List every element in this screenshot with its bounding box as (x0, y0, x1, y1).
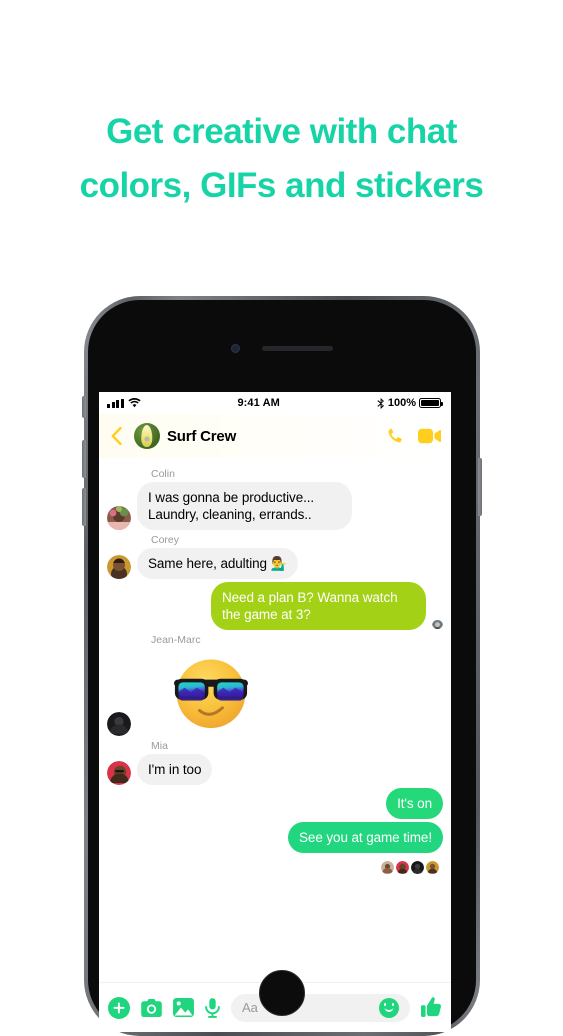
chat-header: Surf Crew (99, 414, 451, 458)
battery-full-icon (419, 398, 444, 408)
headline-line-2: colors, GIFs and stickers (79, 166, 484, 205)
cool-sunglasses-emoji-sticker[interactable] (167, 648, 255, 736)
message-bubble[interactable]: Need a plan B? Wanna watch the game at 3… (211, 582, 426, 630)
phone-call-icon[interactable] (385, 427, 404, 446)
seen-avatar-4[interactable] (426, 861, 439, 874)
volume-down-button[interactable] (82, 488, 86, 526)
silent-switch[interactable] (82, 396, 86, 418)
mia-avatar[interactable] (107, 761, 131, 785)
seen-avatar-2[interactable] (396, 861, 409, 874)
sender-name-jean-marc: Jean-Marc (151, 634, 201, 646)
back-chevron-icon[interactable] (105, 424, 127, 448)
seen-by-avatars (107, 856, 443, 875)
message-input-field[interactable]: Aa (231, 993, 410, 1022)
message-row-mia: I'm in too (107, 754, 443, 785)
smiley-emoji-icon[interactable] (379, 997, 399, 1018)
wifi-icon (127, 398, 141, 408)
message-bubble[interactable]: See you at game time! (288, 822, 443, 853)
microphone-icon[interactable] (205, 997, 220, 1018)
earpiece-speaker-icon (262, 346, 333, 351)
message-bubble[interactable]: It's on (386, 788, 443, 819)
phone-sensor-array (88, 344, 476, 353)
status-bar-time: 9:41 AM (237, 397, 280, 409)
message-row-colin: I was gonna be productive... Laundry, cl… (107, 482, 443, 530)
photo-gallery-icon[interactable] (173, 998, 194, 1017)
read-receipt-avatar[interactable] (432, 618, 443, 629)
corey-avatar[interactable] (107, 555, 131, 579)
jean-marc-avatar[interactable] (107, 712, 131, 736)
phone-screen: 9:41 AM 100% Surf Crew Colin I was gonna… (99, 392, 451, 1032)
video-call-icon[interactable] (418, 428, 441, 444)
phone-bezel: 9:41 AM 100% Surf Crew Colin I was gonna… (82, 300, 482, 1032)
message-list[interactable]: Colin I was gonna be productive... Laund… (99, 458, 451, 982)
cellular-bars-icon (107, 399, 124, 408)
headline-line-1: Get creative with chat (106, 112, 457, 151)
bluetooth-icon (377, 397, 384, 409)
phone-device-mockup: 9:41 AM 100% Surf Crew Colin I was gonna… (82, 296, 482, 1036)
message-bubble[interactable]: I'm in too (137, 754, 213, 785)
camera-icon[interactable] (141, 998, 162, 1017)
colin-avatar[interactable] (107, 506, 131, 530)
chat-title: Surf Crew (167, 427, 237, 445)
page-headline: Get creative with chat colors, GIFs and … (0, 105, 563, 213)
chat-header-actions (385, 427, 441, 446)
message-bubble[interactable]: Same here, adulting 💁‍♂️ (137, 548, 299, 579)
status-bar: 9:41 AM 100% (99, 392, 451, 414)
message-row-jean-marc (107, 648, 443, 736)
surfboard-avatar[interactable] (134, 423, 160, 449)
message-row-corey: Same here, adulting 💁‍♂️ (107, 548, 443, 579)
power-button[interactable] (478, 458, 482, 516)
thumbs-up-icon[interactable] (421, 997, 442, 1018)
volume-up-button[interactable] (82, 440, 86, 478)
message-row-outgoing-its-on: It's on (107, 788, 443, 819)
sender-name-colin: Colin (151, 468, 175, 480)
battery-percent-label: 100% (387, 397, 416, 409)
sender-name-corey: Corey (151, 534, 180, 546)
sender-name-mia: Mia (151, 740, 168, 752)
message-row-outgoing-plan-b: Need a plan B? Wanna watch the game at 3… (107, 582, 443, 630)
seen-avatar-1[interactable] (381, 861, 394, 874)
status-bar-right: 100% (377, 397, 444, 409)
front-camera-icon (231, 344, 240, 353)
message-bubble[interactable]: I was gonna be productive... Laundry, cl… (137, 482, 352, 530)
status-bar-left (107, 398, 141, 408)
home-button[interactable] (259, 970, 305, 1016)
seen-avatar-3[interactable] (411, 861, 424, 874)
message-row-outgoing-game-time: See you at game time! (107, 822, 443, 853)
